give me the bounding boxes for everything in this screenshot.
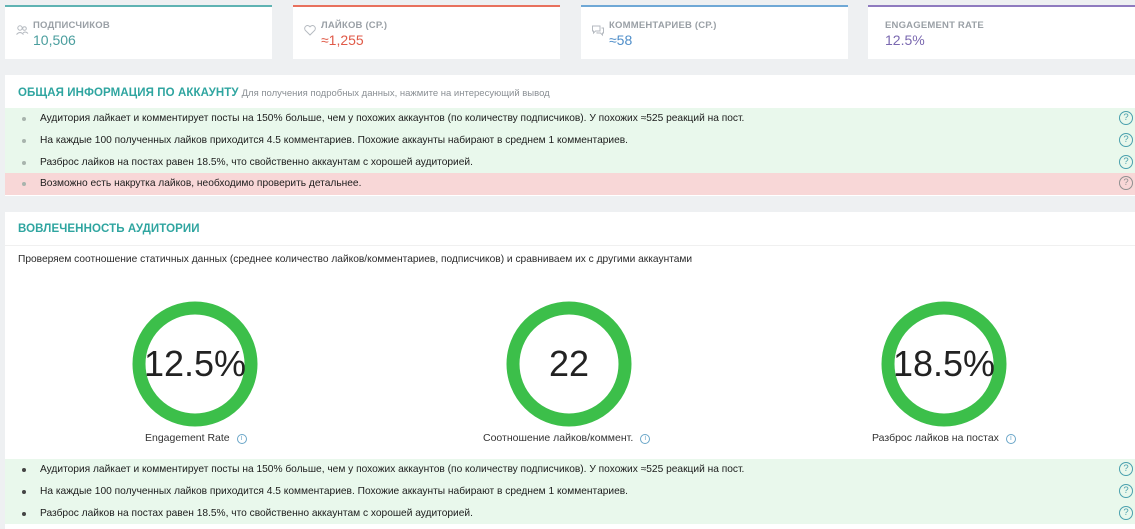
gauge-label: Соотношение лайков/коммент. i: [483, 432, 651, 444]
engagement-insights-list: Аудитория лайкает и комментирует посты н…: [5, 459, 1135, 525]
bullet-icon: [22, 468, 26, 472]
general-warning-row[interactable]: Возможно есть накрутка лайков, необходим…: [5, 173, 1135, 196]
general-info-list: Аудитория лайкает и комментирует посты н…: [5, 108, 1135, 196]
insight-text: Аудитория лайкает и комментирует посты н…: [40, 464, 745, 475]
likes-value: ≈1,255: [321, 32, 364, 48]
gauge-value: 22: [548, 343, 590, 384]
people-icon: [16, 25, 29, 35]
engagement-insight-row[interactable]: На каждые 100 полученных лайков приходит…: [5, 480, 1135, 503]
general-insight-row[interactable]: Аудитория лайкает и комментирует посты н…: [5, 108, 1135, 130]
general-info-heading: ОБЩАЯ ИНФОРМАЦИЯ ПО АККАУНТУ: [18, 87, 239, 99]
gauge-label-text: Соотношение лайков/коммент.: [483, 432, 634, 444]
followers-label: ПОДПИСЧИКОВ: [33, 20, 110, 31]
likes-comments-ratio-gauge: 22: [504, 299, 634, 429]
comments-card[interactable]: КОММЕНТАРИЕВ (СР.) ≈58: [581, 5, 848, 59]
engagement-insight-row[interactable]: Аудитория лайкает и комментирует посты н…: [5, 459, 1135, 481]
gauge-label-text: Разброс лайков на постах: [872, 432, 999, 444]
general-insight-row[interactable]: Разброс лайков на постах равен 18.5%, чт…: [5, 151, 1135, 174]
followers-card[interactable]: ПОДПИСЧИКОВ 10,506: [5, 5, 272, 59]
help-icon[interactable]: ?: [1119, 176, 1133, 191]
engagement-panel: ВОВЛЕЧЕННОСТЬ АУДИТОРИИ Проверяем соотно…: [5, 212, 1135, 529]
insight-text: На каждые 100 полученных лайков приходит…: [40, 485, 629, 497]
insight-text: Разброс лайков на постах равен 18.5%, чт…: [40, 507, 473, 519]
bullet-icon: [22, 160, 26, 165]
engagement-card[interactable]: ENGAGEMENT RATE 12.5%: [868, 5, 1135, 59]
engagement-title: ВОВЛЕЧЕННОСТЬ АУДИТОРИИ: [18, 223, 200, 235]
help-icon[interactable]: ?: [1119, 111, 1133, 125]
stats-bar: ПОДПИСЧИКОВ 10,506 ЛАЙКОВ (СР.) ≈1,255 К…: [5, 5, 1135, 59]
gauge-label: Разброс лайков на постах i: [872, 432, 1016, 444]
likes-card[interactable]: ЛАЙКОВ (СР.) ≈1,255: [293, 5, 560, 59]
gauge-label-text: Engagement Rate: [145, 432, 230, 444]
general-info-subtitle: Для получения подробных данных, нажмите …: [241, 88, 550, 99]
insight-text: На каждые 100 полученных лайков приходит…: [40, 134, 629, 146]
likes-spread-gauge: 18.5%: [879, 299, 1009, 429]
help-icon[interactable]: ?: [1119, 505, 1133, 520]
gauge-label: Engagement Rate i: [145, 432, 247, 444]
insight-text: Возможно есть накрутка лайков, необходим…: [40, 178, 362, 190]
bullet-icon: [22, 511, 26, 516]
bullet-icon: [22, 138, 26, 143]
bullet-icon: [22, 182, 26, 187]
general-info-title: ОБЩАЯ ИНФОРМАЦИЯ ПО АККАУНТУ Для получени…: [18, 87, 550, 99]
likes-label: ЛАЙКОВ (СР.): [321, 20, 388, 31]
engagement-insight-row[interactable]: Разброс лайков на постах равен 18.5%, чт…: [5, 502, 1135, 525]
comments-value: ≈58: [609, 32, 633, 48]
gauge-value: 18.5%: [892, 343, 996, 384]
info-icon[interactable]: i: [1005, 434, 1016, 444]
followers-value: 10,506: [33, 32, 76, 48]
engagement-label: ENGAGEMENT RATE: [885, 20, 984, 31]
general-insight-row[interactable]: На каждые 100 полученных лайков приходит…: [5, 129, 1135, 152]
general-info-panel: ОБЩАЯ ИНФОРМАЦИЯ ПО АККАУНТУ Для получени…: [5, 75, 1135, 196]
help-icon[interactable]: ?: [1119, 483, 1133, 498]
gauge-value: 12.5%: [143, 343, 247, 384]
insight-text: Разброс лайков на постах равен 18.5%, чт…: [40, 156, 473, 168]
engagement-description: Проверяем соотношение статичных данных (…: [18, 254, 693, 265]
help-icon[interactable]: ?: [1119, 462, 1133, 476]
help-icon[interactable]: ?: [1119, 132, 1133, 147]
bullet-icon: [22, 117, 26, 121]
comments-label: КОММЕНТАРИЕВ (СР.): [609, 20, 717, 31]
divider: [5, 245, 1135, 246]
help-icon[interactable]: ?: [1119, 154, 1133, 169]
engagement-rate-gauge: 12.5%: [130, 299, 260, 429]
bullet-icon: [22, 489, 26, 494]
info-icon[interactable]: i: [236, 434, 247, 444]
insight-text: Аудитория лайкает и комментирует посты н…: [40, 113, 745, 124]
heart-icon: [304, 25, 316, 36]
info-icon[interactable]: i: [640, 434, 651, 444]
engagement-value: 12.5%: [885, 32, 925, 48]
comment-icon: [592, 25, 604, 37]
